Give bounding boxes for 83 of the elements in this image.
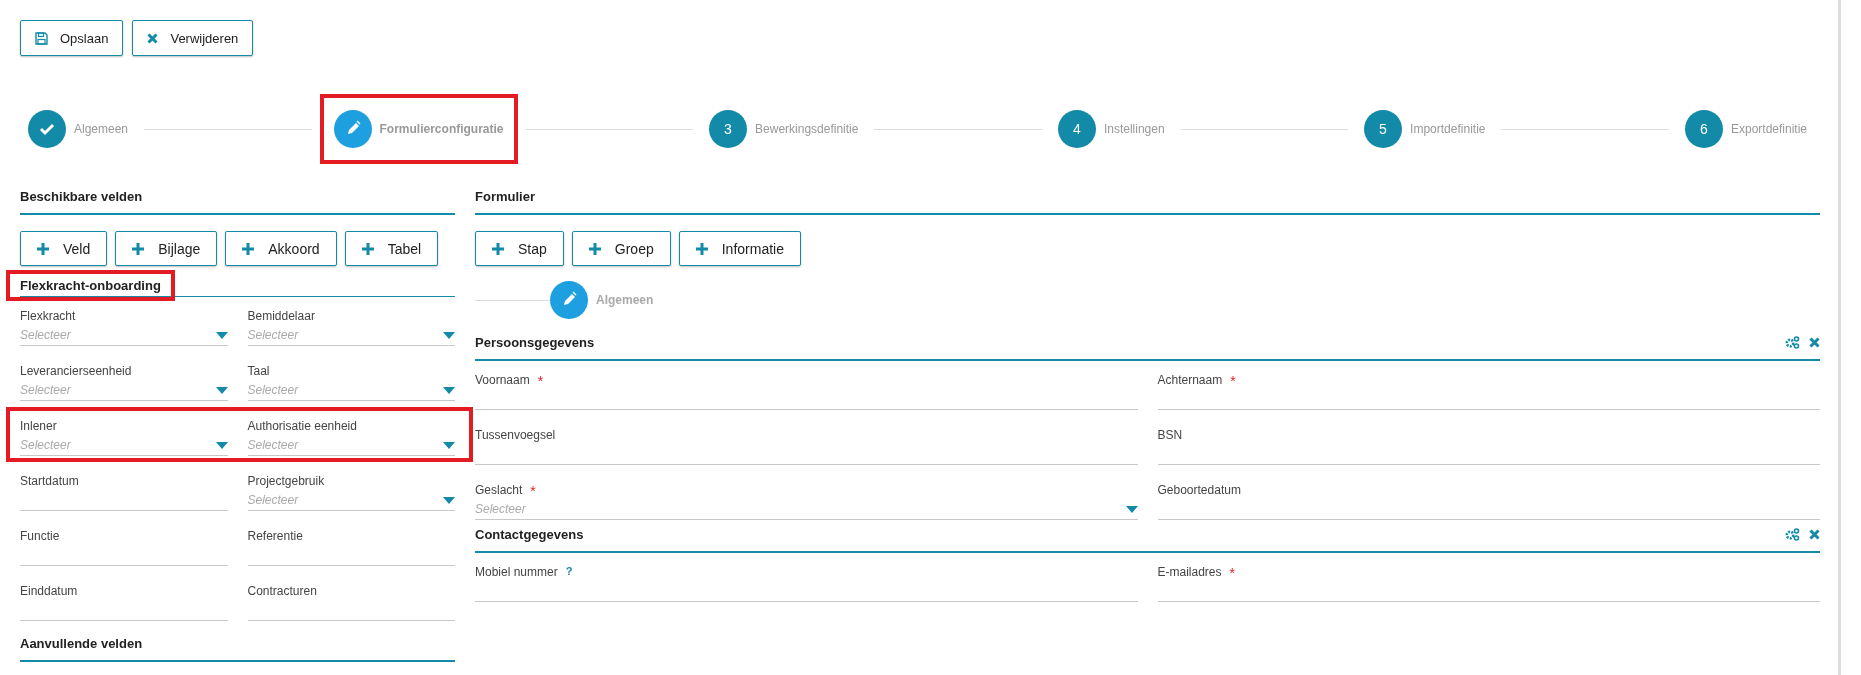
field-label: Einddatum: [20, 584, 78, 600]
plus-icon: [695, 242, 708, 255]
plus-icon: [588, 242, 601, 255]
plus-icon: [361, 242, 374, 255]
add-button[interactable]: Tabel: [344, 231, 439, 266]
add-button[interactable]: Groep: [571, 231, 671, 266]
delete-button[interactable]: Verwijderen: [132, 20, 254, 56]
select-field[interactable]: Selecteer: [247, 435, 455, 456]
step-label[interactable]: Importdefinitie: [1410, 122, 1486, 136]
step-label[interactable]: Exportdefinitie: [1730, 122, 1807, 136]
caret-icon: [443, 331, 455, 339]
save-icon: [35, 31, 48, 45]
field-label: Bemiddelaar: [247, 309, 315, 325]
field-label: Achternaam: [1157, 373, 1223, 389]
group-title: Flexkracht-onboarding: [6, 270, 175, 301]
field-label: Inlener: [20, 419, 57, 435]
step-label[interactable]: Formulierconfiguratie: [379, 122, 504, 136]
field-label: Startdatum: [20, 474, 79, 490]
field-label: Projectgebruik: [247, 474, 325, 490]
select-field[interactable]: Selecteer: [475, 499, 1138, 520]
gears-icon[interactable]: [1785, 528, 1800, 541]
select-field[interactable]: Selecteer: [20, 325, 228, 346]
section-title: Beschikbare velden: [20, 188, 455, 215]
select-field[interactable]: Selecteer: [247, 380, 455, 401]
caret-icon: [215, 331, 228, 339]
field-label: Geslacht: [475, 483, 523, 499]
field-label: Taal: [247, 364, 270, 380]
field-label: Leverancierseenheid: [20, 364, 132, 380]
step-label[interactable]: Algemeen: [596, 293, 654, 307]
required-mark: *: [1230, 373, 1236, 389]
add-button[interactable]: Informatie: [678, 231, 801, 266]
plus-icon: [242, 242, 255, 255]
caret-icon: [215, 441, 228, 449]
gears-icon[interactable]: [1785, 336, 1800, 349]
caret-icon: [443, 441, 455, 449]
section-title: Aanvullende velden: [20, 635, 455, 662]
step-label[interactable]: Instellingen: [1103, 122, 1165, 136]
select-field[interactable]: Selecteer: [247, 490, 455, 511]
required-mark: *: [1229, 565, 1235, 581]
select-field[interactable]: Selecteer: [20, 435, 228, 456]
select-field[interactable]: Selecteer: [20, 380, 228, 401]
field-label: Flexkracht: [20, 309, 76, 325]
step-number[interactable]: 6: [1684, 110, 1723, 148]
field-label: E-mailadres: [1157, 565, 1222, 581]
close-icon: [1809, 337, 1820, 348]
step-number[interactable]: 3: [709, 110, 748, 148]
step-label[interactable]: Bewerkingsdefinitie: [755, 122, 859, 136]
plus-icon: [37, 242, 49, 255]
field-label: Contracturen: [247, 584, 317, 600]
group-title: Persoonsgegevens: [475, 335, 595, 350]
caret-icon: [443, 496, 455, 504]
caret-icon: [443, 386, 455, 394]
select-field[interactable]: Selecteer: [247, 325, 455, 346]
field-label: Tussenvoegsel: [475, 428, 556, 444]
field-label: Authorisatie eenheid: [247, 419, 357, 435]
field-label: BSN: [1157, 428, 1183, 444]
pencil-icon[interactable]: [333, 110, 372, 148]
check-icon[interactable]: [28, 110, 66, 148]
pencil-icon[interactable]: [550, 281, 588, 319]
section-title: Formulier: [475, 188, 1820, 215]
help-mark[interactable]: ?: [565, 565, 573, 581]
plus-icon: [132, 242, 145, 255]
add-button[interactable]: Stap: [475, 231, 564, 266]
step-number[interactable]: 5: [1364, 110, 1403, 148]
add-button[interactable]: Veld: [20, 231, 108, 266]
save-button[interactable]: Opslaan: [20, 20, 124, 56]
caret-icon: [215, 386, 228, 394]
add-button[interactable]: Bijlage: [115, 231, 218, 266]
plus-icon: [492, 242, 504, 255]
group-title: Contactgegevens: [475, 527, 584, 542]
close-icon: [1809, 529, 1820, 540]
field-label: Functie: [20, 529, 60, 545]
required-mark: *: [530, 483, 536, 499]
caret-icon: [1125, 505, 1138, 513]
field-label: Geboortedatum: [1157, 483, 1241, 499]
x-icon: [147, 32, 159, 44]
step-number[interactable]: 4: [1057, 110, 1096, 148]
field-label: Referentie: [247, 529, 303, 545]
step-label[interactable]: Algemeen: [74, 122, 129, 136]
field-label: Voornaam: [475, 373, 530, 389]
add-button[interactable]: Akkoord: [225, 231, 337, 266]
field-label: Mobiel nummer: [475, 565, 558, 581]
required-mark: *: [537, 373, 544, 389]
